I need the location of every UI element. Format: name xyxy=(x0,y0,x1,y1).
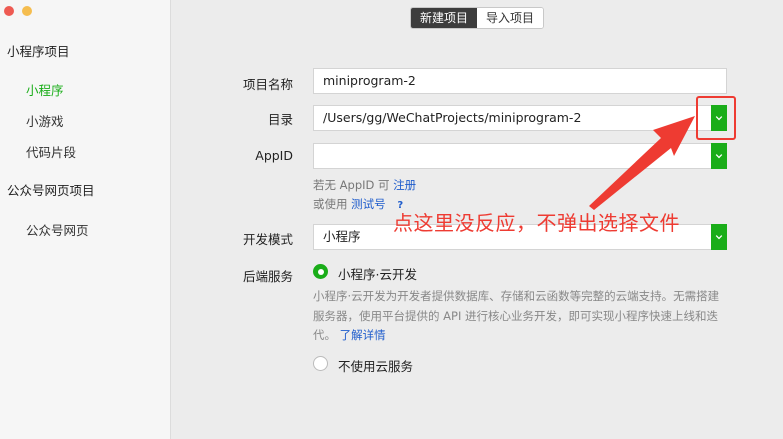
close-window-button[interactable] xyxy=(4,6,14,16)
chevron-down-icon xyxy=(715,235,723,240)
project-name-input[interactable]: miniprogram-2 xyxy=(313,68,727,94)
test-account-link[interactable]: 测试号 xyxy=(351,197,386,211)
appid-hint-line2: 或使用 测试号 ? xyxy=(313,196,403,212)
tab-import-project[interactable]: 导入项目 xyxy=(477,8,544,28)
radio-cloud-dev-label[interactable]: 小程序·云开发 xyxy=(338,264,417,283)
dev-mode-label: 开发模式 xyxy=(242,232,293,247)
sidebar-group-miniprogram: 小程序项目 xyxy=(7,44,70,59)
radio-cloud-dev[interactable] xyxy=(313,264,328,279)
sidebar-item-miniprogram[interactable]: 小程序 xyxy=(26,80,64,99)
radio-no-cloud-label[interactable]: 不使用云服务 xyxy=(338,356,413,375)
minimize-window-button[interactable] xyxy=(22,6,32,16)
sidebar: 小程序项目 小程序 小游戏 代码片段 公众号网页项目 公众号网页 xyxy=(0,0,171,439)
dev-mode-value: 小程序 xyxy=(323,229,361,244)
tab-new-project[interactable]: 新建项目 xyxy=(411,8,478,28)
dev-mode-dropdown-button[interactable] xyxy=(711,224,727,250)
sidebar-item-minigame[interactable]: 小游戏 xyxy=(26,111,64,130)
learn-more-link[interactable]: 了解详情 xyxy=(340,328,386,342)
chevron-down-icon xyxy=(715,154,723,159)
backend-label: 后端服务 xyxy=(242,269,293,284)
appid-label: AppID xyxy=(255,148,293,163)
project-name-label: 项目名称 xyxy=(242,77,293,92)
sidebar-item-official-web[interactable]: 公众号网页 xyxy=(26,220,89,239)
annotation-callout-text: 点这里没反应，不弹出选择文件 xyxy=(393,211,680,235)
sidebar-group-official-account: 公众号网页项目 xyxy=(7,183,95,198)
appid-hint-or: 或使用 xyxy=(313,197,348,211)
appid-dropdown-button[interactable] xyxy=(711,143,727,169)
radio-no-cloud[interactable] xyxy=(313,356,328,371)
directory-value: /Users/gg/WeChatProjects/miniprogram-2 xyxy=(323,110,582,125)
register-link[interactable]: 注册 xyxy=(393,178,416,192)
project-tabs: 新建项目 导入项目 xyxy=(410,7,545,29)
directory-label: 目录 xyxy=(267,112,293,127)
annotation-arrow-icon xyxy=(589,116,695,210)
appid-hint-line1: 若无 AppID 可 注册 xyxy=(313,177,416,193)
appid-hint-prefix: 若无 AppID 可 xyxy=(313,178,390,192)
sidebar-item-code-snippet[interactable]: 代码片段 xyxy=(26,142,76,161)
cloud-dev-description: 小程序·云开发为开发者提供数据库、存储和云函数等完整的云端支持。无需搭建服务器，… xyxy=(313,287,728,346)
